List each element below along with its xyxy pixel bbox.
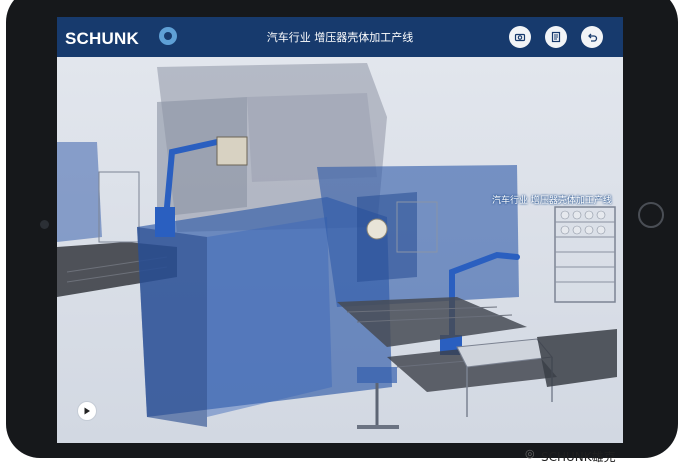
back-icon xyxy=(588,33,598,42)
page-title: 汽车行业 增压器壳体加工产线 xyxy=(266,31,414,44)
play-icon xyxy=(84,407,90,415)
camera-icon xyxy=(514,33,526,42)
factory-3d-scene[interactable]: 汽车行业 增压器壳体加工产线 xyxy=(57,57,623,443)
scene-label: 汽车行业 增压器壳体加工产线 xyxy=(492,196,612,206)
watermark: SCHUNK雄克 xyxy=(541,450,616,464)
play-button[interactable] xyxy=(77,401,97,421)
front-camera xyxy=(40,220,49,229)
back-icon-button[interactable] xyxy=(581,26,603,48)
home-button[interactable] xyxy=(638,202,664,228)
production-line-render xyxy=(57,57,623,443)
camera-icon-button[interactable] xyxy=(509,26,531,48)
top-bar: SCHUNK 汽车行业 增压器壳体加工产线 xyxy=(57,17,623,57)
wechat-icon: ◎ xyxy=(525,447,535,460)
document-icon-button[interactable] xyxy=(545,26,567,48)
document-icon xyxy=(551,31,561,43)
app-screen: SCHUNK 汽车行业 增压器壳体加工产线 汽车行业 增压器壳体加工产线 xyxy=(57,17,623,443)
